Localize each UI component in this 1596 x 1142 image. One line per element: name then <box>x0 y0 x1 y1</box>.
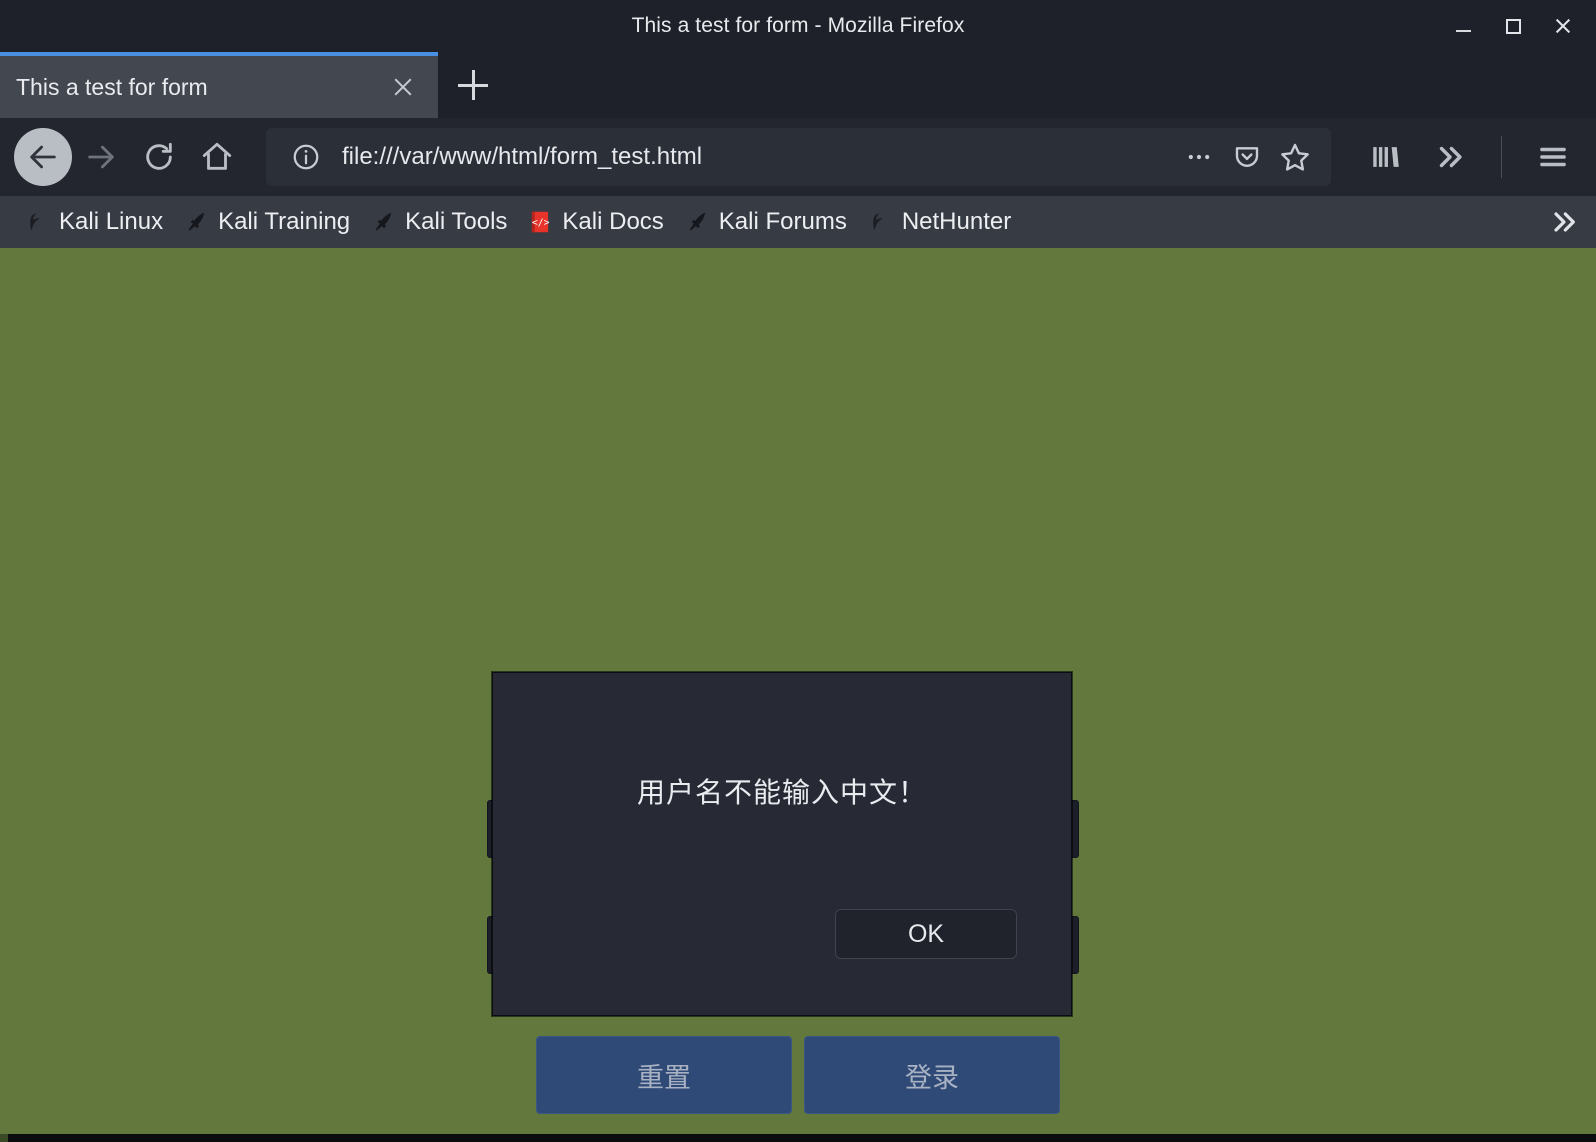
toolbar-separator <box>1501 136 1502 178</box>
tab-close-icon[interactable] <box>386 70 420 104</box>
library-button[interactable] <box>1357 128 1415 186</box>
page-viewport: 重置 登录 用户名不能输入中文！ OK <box>0 248 1596 1142</box>
bookmark-kali-training[interactable]: Kali Training <box>173 200 360 244</box>
toolbar-actions <box>1357 128 1582 186</box>
login-button[interactable]: 登录 <box>804 1036 1060 1114</box>
form-buttons: 重置 登录 <box>0 1036 1596 1114</box>
bookmark-nethunter[interactable]: NetHunter <box>857 200 1021 244</box>
minimize-button[interactable] <box>1450 13 1476 39</box>
reload-icon <box>146 142 172 170</box>
bookmarks-overflow-button[interactable] <box>1548 196 1580 248</box>
kali-sword-icon <box>689 212 705 231</box>
menu-button[interactable] <box>1524 128 1582 186</box>
navigation-toolbar: file:///var/www/html/form_test.html <box>0 118 1596 196</box>
url-text[interactable]: file:///var/www/html/form_test.html <box>342 143 1175 171</box>
alert-ok-button[interactable]: OK <box>835 909 1017 959</box>
kali-dragon-icon <box>30 213 40 231</box>
alert-dialog: 用户名不能输入中文！ OK <box>492 672 1072 1016</box>
alert-message: 用户名不能输入中文！ <box>636 777 927 808</box>
forward-button[interactable] <box>72 128 130 186</box>
minimize-icon <box>1455 29 1471 32</box>
overflow-button[interactable] <box>1421 128 1479 186</box>
close-icon <box>1554 17 1572 35</box>
kali-dragon-icon <box>873 213 883 231</box>
bookmarks-bar: Kali Linux Kali Training Kali Tools </> … <box>0 196 1596 248</box>
strip-mid <box>8 1134 1596 1142</box>
bookmark-label: NetHunter <box>901 208 1012 235</box>
kali-sword-icon <box>188 212 205 231</box>
home-icon <box>202 142 232 170</box>
title-bar: This a test for form - Mozilla Firefox <box>0 0 1596 52</box>
ellipsis-icon[interactable] <box>1175 133 1223 181</box>
arrow-left-icon <box>30 145 56 169</box>
chevron-double-right-icon <box>1439 146 1462 168</box>
plus-icon <box>458 70 488 100</box>
home-button[interactable] <box>188 128 246 186</box>
close-button[interactable] <box>1550 13 1576 39</box>
hamburger-icon <box>1540 147 1566 167</box>
tab-strip: This a test for form <box>0 52 1596 118</box>
library-icon <box>1373 147 1399 167</box>
bookmark-kali-tools[interactable]: Kali Tools <box>360 200 517 244</box>
kali-sword-icon <box>375 212 392 231</box>
back-button[interactable] <box>14 128 72 186</box>
bookmark-label: Kali Training <box>218 208 351 235</box>
bookmark-kali-linux[interactable]: Kali Linux <box>14 200 173 244</box>
info-icon[interactable] <box>282 133 330 181</box>
tab-label: This a test for form <box>16 73 208 100</box>
firefox-window: This a test for form - Mozilla Firefox T… <box>0 0 1596 1142</box>
star-icon[interactable] <box>1271 133 1319 181</box>
window-title: This a test for form - Mozilla Firefox <box>631 14 965 37</box>
new-tab-button[interactable] <box>438 52 508 118</box>
kali-book-icon: </> <box>532 211 550 233</box>
strip-left <box>0 1134 8 1142</box>
maximize-icon <box>1505 18 1521 34</box>
pocket-icon[interactable] <box>1223 133 1271 181</box>
window-controls <box>1450 0 1586 52</box>
bookmark-kali-docs[interactable]: </> Kali Docs <box>517 200 673 244</box>
maximize-button[interactable] <box>1500 13 1526 39</box>
bookmark-label: Kali Docs <box>562 208 664 235</box>
bookmark-label: Kali Linux <box>59 208 164 235</box>
reset-button[interactable]: 重置 <box>536 1036 792 1114</box>
chevron-double-right-icon <box>1554 212 1575 232</box>
url-bar[interactable]: file:///var/www/html/form_test.html <box>266 128 1331 186</box>
alert-actions: OK <box>493 909 1071 1015</box>
bookmark-label: Kali Forums <box>718 208 847 235</box>
bookmark-label: Kali Tools <box>405 208 508 235</box>
reload-button[interactable] <box>130 128 188 186</box>
arrow-right-icon <box>88 145 114 169</box>
bottom-edge-strip <box>0 1134 1596 1142</box>
bookmark-kali-forums[interactable]: Kali Forums <box>674 200 857 244</box>
tab-this-a-test-for-form[interactable]: This a test for form <box>0 52 438 118</box>
svg-text:</>: </> <box>532 217 550 228</box>
